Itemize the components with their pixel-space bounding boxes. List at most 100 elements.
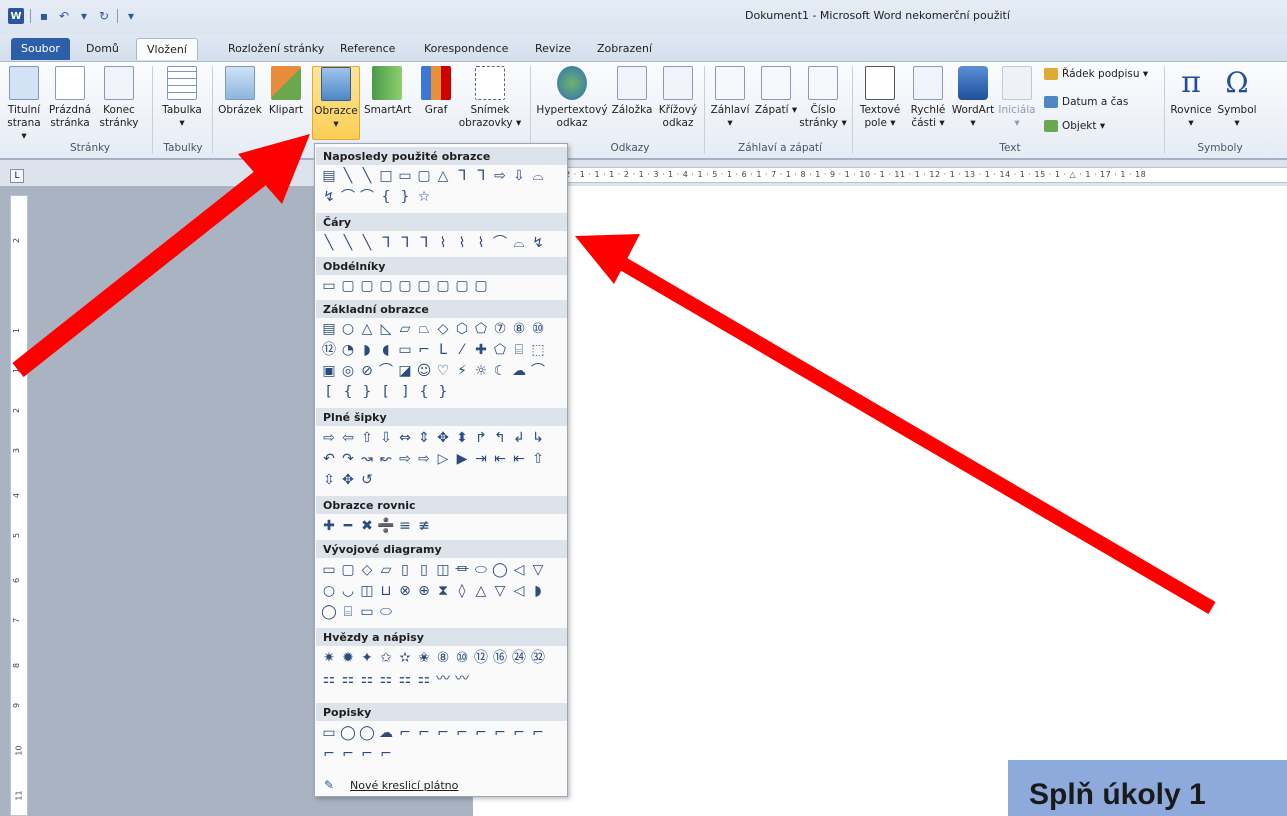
shape-item[interactable]: { — [339, 383, 357, 401]
shape-item[interactable]: ↯ — [529, 234, 547, 252]
shape-item[interactable]: ⊘ — [358, 362, 376, 380]
shape-item[interactable]: ᒣ — [472, 167, 490, 185]
shape-item[interactable]: ◇ — [434, 320, 452, 338]
shape-item[interactable]: 〰 — [434, 670, 452, 688]
shape-item[interactable]: ⌐ — [415, 341, 433, 359]
shape-item[interactable]: ▭ — [320, 561, 338, 579]
shape-item[interactable]: ⌐ — [377, 745, 395, 763]
datum-a-cas-button[interactable]: Datum a čas — [1044, 96, 1128, 108]
shape-item[interactable]: ⚏ — [396, 670, 414, 688]
shape-item[interactable]: ◎ — [339, 362, 357, 380]
shape-item[interactable]: ✩ — [377, 649, 395, 667]
shape-item[interactable]: ◫ — [434, 561, 452, 579]
shape-item[interactable]: { — [415, 383, 433, 401]
shape-item[interactable]: ⇧ — [529, 450, 547, 468]
shape-item[interactable]: [ — [320, 383, 338, 401]
shape-item[interactable]: [ — [377, 383, 395, 401]
shape-item[interactable]: } — [396, 188, 414, 206]
shape-item[interactable]: ▱ — [396, 320, 414, 338]
shape-item[interactable]: ⑫ — [320, 341, 338, 359]
shape-item[interactable]: ↯ — [320, 188, 338, 206]
shape-item[interactable]: ↱ — [472, 429, 490, 447]
cislo-stranky-button[interactable]: Číslo stránky ▾ — [798, 66, 848, 130]
shape-item[interactable]: ◔ — [339, 341, 357, 359]
shape-item[interactable]: ▤ — [320, 167, 338, 185]
shape-item[interactable]: ▤ — [320, 320, 338, 338]
shape-item[interactable]: ✬ — [415, 649, 433, 667]
krizovy-odkaz-button[interactable]: Křížový odkaz — [656, 66, 700, 130]
shape-item[interactable]: ▢ — [453, 277, 471, 295]
shape-item[interactable]: ☁ — [510, 362, 528, 380]
shape-item[interactable]: ⌒ — [529, 362, 547, 380]
shape-item[interactable]: ✖ — [358, 517, 376, 535]
shape-item[interactable]: ⌐ — [510, 724, 528, 742]
shape-item[interactable]: ✚ — [472, 341, 490, 359]
shape-item[interactable]: ↺ — [358, 471, 376, 489]
shape-item[interactable]: ▽ — [529, 561, 547, 579]
shape-item[interactable]: △ — [358, 320, 376, 338]
shape-item[interactable]: ◪ — [396, 362, 414, 380]
shape-item[interactable]: ⌐ — [320, 745, 338, 763]
shape-item[interactable]: ▣ — [320, 362, 338, 380]
wordart-button[interactable]: WordArt ▾ — [950, 66, 996, 130]
shape-item[interactable]: ✚ — [320, 517, 338, 535]
shape-item[interactable]: ♡ — [434, 362, 452, 380]
shape-item[interactable]: ⁄ — [453, 341, 471, 359]
shape-item[interactable]: ▢ — [377, 277, 395, 295]
hypertextovy-odkaz-button[interactable]: Hypertextový odkaz — [536, 66, 608, 130]
shape-item[interactable]: ▢ — [415, 277, 433, 295]
shape-item[interactable]: ⇤ — [491, 450, 509, 468]
tab-korespondence[interactable]: Korespondence — [414, 38, 518, 60]
shape-item[interactable]: ➗ — [377, 517, 395, 535]
titulni-strana-button[interactable]: Titulní strana ▾ — [4, 66, 44, 143]
customize-qat-icon[interactable]: ▾ — [124, 9, 138, 23]
shape-item[interactable]: ⬠ — [491, 341, 509, 359]
shape-item[interactable]: ▭ — [320, 724, 338, 742]
shape-item[interactable]: ⑩ — [529, 320, 547, 338]
shape-item[interactable]: ▭ — [396, 341, 414, 359]
shape-item[interactable]: ◗ — [358, 341, 376, 359]
shape-item[interactable]: ◖ — [377, 341, 395, 359]
shape-item[interactable]: ▢ — [396, 277, 414, 295]
shape-item[interactable]: ○ — [339, 320, 357, 338]
new-drawing-canvas-item[interactable]: ✎ Nové kreslicí plátno — [316, 771, 567, 795]
konec-stranky-button[interactable]: Konec stránky — [96, 66, 142, 130]
shape-item[interactable]: ↝ — [358, 450, 376, 468]
shape-item[interactable]: ⬍ — [453, 429, 471, 447]
shape-item[interactable]: ↰ — [491, 429, 509, 447]
shape-item[interactable]: ᒣ — [396, 234, 414, 252]
shape-item[interactable]: ▯ — [415, 561, 433, 579]
shape-item[interactable]: ⊔ — [377, 582, 395, 600]
shape-item[interactable]: ⇕ — [415, 429, 433, 447]
shape-item[interactable]: ㉔ — [510, 649, 528, 667]
shape-item[interactable]: ↜ — [377, 450, 395, 468]
shape-item[interactable]: ᒣ — [377, 234, 395, 252]
shape-item[interactable]: ◺ — [377, 320, 395, 338]
shape-item[interactable]: ✹ — [339, 649, 357, 667]
shape-item[interactable]: ⌐ — [415, 724, 433, 742]
horizontal-ruler[interactable]: 2 · 1 · 1 · 1 · 2 · 1 · 3 · 1 · 4 · 1 · … — [565, 167, 1287, 183]
tab-revize[interactable]: Revize — [525, 38, 581, 60]
shape-item[interactable]: ▭ — [396, 167, 414, 185]
shape-item[interactable]: ⇔ — [396, 429, 414, 447]
shape-item[interactable]: ◗ — [529, 582, 547, 600]
zapati-button[interactable]: Zápatí ▾ — [754, 66, 798, 117]
vertical-ruler[interactable]: 2 1 1 2 3 4 5 6 7 8 9 10 11 — [10, 195, 28, 816]
shape-item[interactable]: ⌒ — [377, 362, 395, 380]
textove-pole-button[interactable]: Textové pole ▾ — [856, 66, 904, 130]
shape-item[interactable]: ✥ — [434, 429, 452, 447]
shape-item[interactable]: ⬚ — [529, 341, 547, 359]
shape-item[interactable]: ╲ — [358, 234, 376, 252]
shape-item[interactable]: { — [377, 188, 395, 206]
shape-item[interactable]: ⬭ — [377, 603, 395, 621]
shape-item[interactable]: ⇦ — [339, 429, 357, 447]
shape-item[interactable]: ⑧ — [434, 649, 452, 667]
shape-item[interactable]: ⑦ — [491, 320, 509, 338]
shape-item[interactable]: ⇩ — [377, 429, 395, 447]
snimek-obrazovky-button[interactable]: Snímek obrazovky ▾ — [458, 66, 522, 130]
shape-item[interactable]: ↳ — [529, 429, 547, 447]
shape-item[interactable]: ◫ — [358, 582, 376, 600]
shape-item[interactable]: ] — [396, 383, 414, 401]
tab-vlozeni[interactable]: Vložení — [136, 38, 198, 60]
tab-reference[interactable]: Reference — [330, 38, 405, 60]
